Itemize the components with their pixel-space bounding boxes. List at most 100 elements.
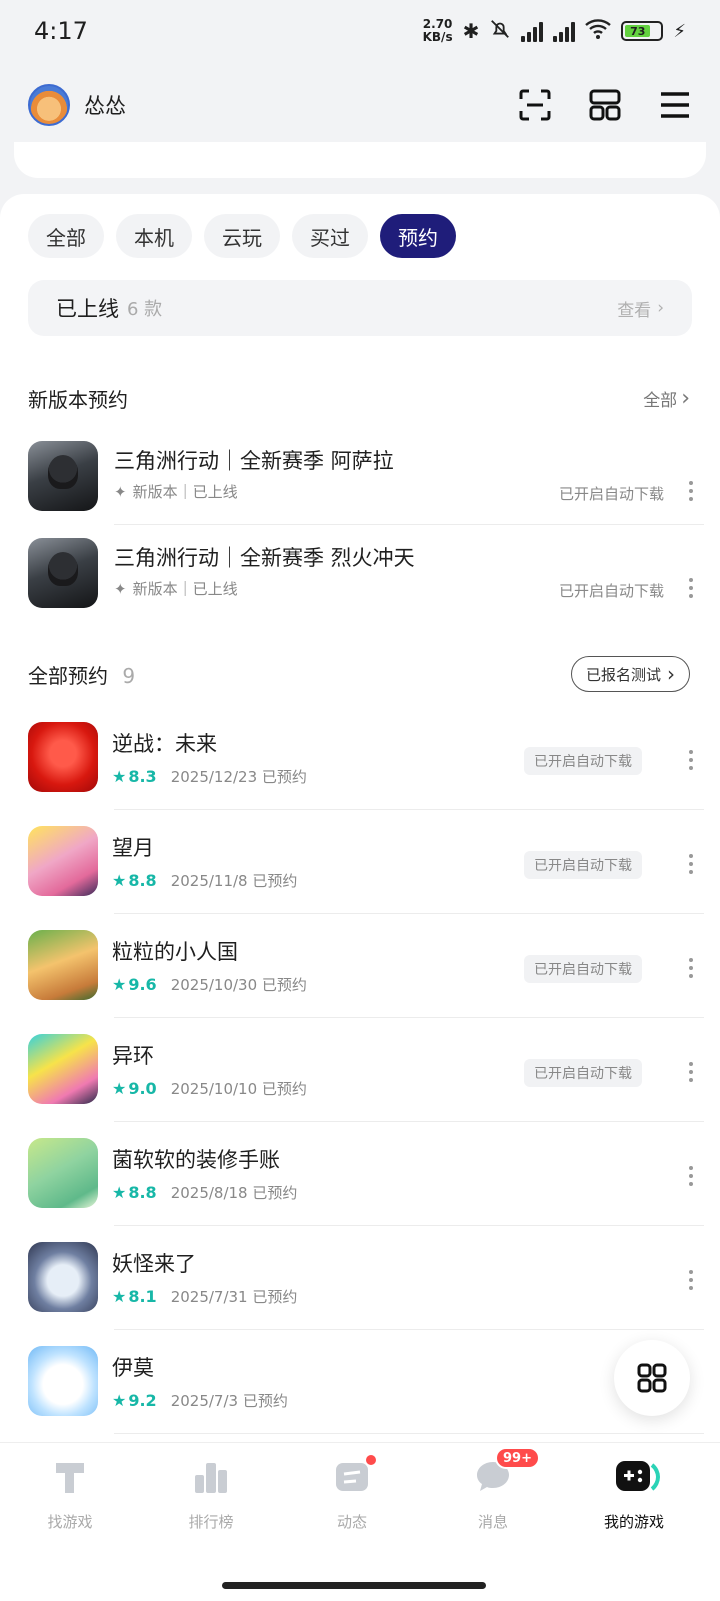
game-thumbnail bbox=[28, 722, 98, 792]
game-subtitle-text: 新版本｜已上线 bbox=[132, 483, 238, 501]
menu-icon[interactable] bbox=[658, 88, 692, 122]
online-view[interactable]: 查看 › bbox=[617, 296, 664, 321]
tab-label: 消息 bbox=[477, 1513, 508, 1531]
star-icon: ★ bbox=[112, 1391, 127, 1410]
list-item[interactable]: 伊莫 ★ 9.2 2025/7/3 已预约 bbox=[0, 1346, 720, 1450]
reserve-date: 2025/7/3 已预约 bbox=[170, 1392, 288, 1410]
tab-ranking[interactable]: 排行榜 bbox=[151, 1457, 271, 1532]
game-thumbnail bbox=[28, 441, 98, 511]
game-title: 三角洲行动｜全新赛季 烈火冲天 bbox=[114, 546, 415, 570]
more-icon[interactable] bbox=[688, 1270, 694, 1290]
score: ★ 9.0 bbox=[112, 1079, 157, 1098]
more-icon[interactable] bbox=[688, 1062, 694, 1082]
ranking-icon bbox=[191, 1457, 231, 1497]
username[interactable]: 怂怂 bbox=[84, 90, 126, 120]
feed-icon bbox=[332, 1453, 378, 1497]
grid-fab-button[interactable] bbox=[614, 1340, 690, 1416]
status-bar: 4:17 2.70 KB/s ✱ 73 ⚡ bbox=[0, 0, 720, 62]
more-icon[interactable] bbox=[688, 578, 694, 598]
battery-icon: 73 bbox=[621, 21, 664, 41]
more-icon[interactable] bbox=[688, 1166, 694, 1186]
game-meta: ★ 8.8 2025/8/18 已预约 bbox=[112, 1182, 297, 1203]
score-value: 9.0 bbox=[128, 1079, 157, 1098]
score-value: 8.1 bbox=[128, 1287, 157, 1306]
list-item[interactable]: 异环 ★ 9.0 2025/10/10 已预约 已开启自动下载 bbox=[0, 1034, 720, 1138]
more-icon[interactable] bbox=[688, 958, 694, 978]
sparkle-icon: ✦ bbox=[114, 579, 127, 598]
status-time: 4:17 bbox=[34, 17, 88, 45]
tab-messages[interactable]: 99+ 消息 bbox=[433, 1447, 553, 1532]
game-meta: ★ 8.3 2025/12/23 已预约 bbox=[112, 766, 307, 787]
netspeed-unit: KB/s bbox=[422, 30, 453, 44]
more-icon[interactable] bbox=[688, 750, 694, 770]
tab-label: 我的游戏 bbox=[603, 1513, 664, 1531]
score-value: 8.8 bbox=[128, 871, 157, 890]
list-item[interactable]: 粒粒的小人国 ★ 9.6 2025/10/30 已预约 已开启自动下载 bbox=[0, 930, 720, 1034]
game-thumbnail bbox=[28, 1138, 98, 1208]
star-icon: ★ bbox=[112, 1287, 127, 1306]
divider bbox=[114, 1433, 704, 1434]
tab-feed[interactable]: 动态 bbox=[292, 1453, 412, 1532]
online-games-bar[interactable]: 已上线 6 款 查看 › bbox=[28, 280, 692, 336]
list-item[interactable]: 菌软软的装修手账 ★ 8.8 2025/8/18 已预约 bbox=[0, 1138, 720, 1242]
gamepad-icon bbox=[614, 1457, 661, 1497]
score: ★ 8.3 bbox=[112, 767, 157, 786]
game-title: 粒粒的小人国 bbox=[112, 940, 238, 964]
home-indicator[interactable] bbox=[222, 1582, 486, 1589]
online-view-label: 查看 bbox=[617, 300, 652, 321]
list-item[interactable]: 三角洲行动｜全新赛季 烈火冲天 ✦ 新版本｜已上线 已开启自动下载 bbox=[0, 538, 720, 642]
find-games-icon bbox=[50, 1457, 90, 1497]
filter-bought[interactable]: 买过 bbox=[292, 214, 368, 258]
filter-local[interactable]: 本机 bbox=[116, 214, 192, 258]
tab-label: 找游戏 bbox=[47, 1513, 93, 1531]
tab-my-games[interactable]: 我的游戏 bbox=[574, 1457, 694, 1532]
divider bbox=[114, 913, 704, 914]
online-count: 6 款 bbox=[127, 299, 163, 320]
charging-icon: ⚡ bbox=[673, 20, 686, 42]
game-subtitle: ✦ 新版本｜已上线 bbox=[114, 578, 238, 599]
divider bbox=[114, 1121, 704, 1122]
bottom-tab-bar: 找游戏 排行榜 动态 99+ 消息 我的游戏 bbox=[0, 1442, 720, 1601]
network-speed: 2.70 KB/s bbox=[423, 18, 453, 44]
game-title: 逆战：未来 bbox=[112, 732, 217, 756]
reserve-date: 2025/7/31 已预约 bbox=[170, 1288, 298, 1306]
notification-dot bbox=[364, 1453, 378, 1467]
list-item[interactable]: 望月 ★ 8.8 2025/11/8 已预约 已开启自动下载 bbox=[0, 826, 720, 930]
tab-find-games[interactable]: 找游戏 bbox=[10, 1457, 130, 1532]
layout-icon[interactable] bbox=[588, 88, 622, 122]
list-item[interactable]: 逆战：未来 ★ 8.3 2025/12/23 已预约 已开启自动下载 bbox=[0, 722, 720, 826]
new-version-all-link[interactable]: 全部 › bbox=[643, 386, 690, 411]
avatar[interactable] bbox=[28, 84, 70, 126]
game-thumbnail bbox=[28, 826, 98, 896]
game-meta: ★ 8.1 2025/7/31 已预约 bbox=[112, 1286, 297, 1307]
signal-icon bbox=[521, 20, 544, 42]
game-thumbnail bbox=[28, 1034, 98, 1104]
grid-icon bbox=[637, 1363, 667, 1393]
list-item[interactable]: 妖怪来了 ★ 8.1 2025/7/31 已预约 bbox=[0, 1242, 720, 1346]
game-thumbnail bbox=[28, 538, 98, 608]
game-title: 异环 bbox=[112, 1044, 154, 1068]
signal-icon-2 bbox=[553, 20, 576, 42]
score: ★ 9.6 bbox=[112, 975, 157, 994]
new-version-all-label: 全部 bbox=[643, 391, 678, 411]
score-value: 9.2 bbox=[128, 1391, 157, 1410]
new-version-title: 新版本预约 bbox=[28, 388, 128, 412]
list-item[interactable]: 三角洲行动｜全新赛季 阿萨拉 ✦ 新版本｜已上线 已开启自动下载 bbox=[0, 441, 720, 545]
scan-icon[interactable] bbox=[518, 88, 552, 122]
online-label: 已上线 bbox=[56, 297, 119, 321]
game-thumbnail bbox=[28, 1346, 98, 1416]
more-icon[interactable] bbox=[688, 854, 694, 874]
star-icon: ★ bbox=[112, 767, 127, 786]
filter-reserved[interactable]: 预约 bbox=[380, 214, 456, 258]
filter-cloud[interactable]: 云玩 bbox=[204, 214, 280, 258]
bluetooth-icon: ✱ bbox=[462, 19, 480, 43]
score: ★ 8.8 bbox=[112, 871, 157, 890]
wifi-icon bbox=[585, 19, 612, 43]
filter-all[interactable]: 全部 bbox=[28, 214, 104, 258]
divider bbox=[114, 1225, 704, 1226]
game-title: 望月 bbox=[112, 836, 154, 860]
star-icon: ★ bbox=[112, 1079, 127, 1098]
signed-up-test-button[interactable]: 已报名测试 › bbox=[570, 656, 690, 692]
more-icon[interactable] bbox=[688, 481, 694, 501]
auto-download-badge: 已开启自动下载 bbox=[524, 851, 642, 879]
